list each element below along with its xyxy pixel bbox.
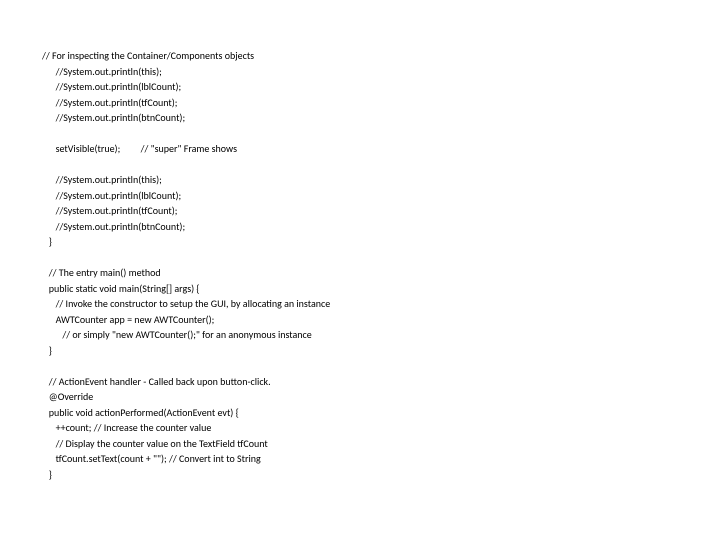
code-line: //System.out.println(this); (42, 64, 720, 80)
code-line: //System.out.println(lblCount); (42, 79, 720, 95)
code-line (42, 250, 720, 266)
code-line: } (42, 467, 720, 483)
code-line: // or simply "new AWTCounter();" for an … (42, 327, 720, 343)
code-line: setVisible(true); // "super" Frame shows (42, 141, 720, 157)
code-line: //System.out.println(btnCount); (42, 110, 720, 126)
code-line: //System.out.println(btnCount); (42, 219, 720, 235)
code-line: // Invoke the constructor to setup the G… (42, 296, 720, 312)
code-line: public static void main(String[] args) { (42, 281, 720, 297)
code-line: //System.out.println(tfCount); (42, 203, 720, 219)
code-line: // ActionEvent handler - Called back upo… (42, 374, 720, 390)
code-line (42, 157, 720, 173)
code-line: // The entry main() method (42, 265, 720, 281)
code-line: tfCount.setText(count + ""); // Convert … (42, 451, 720, 467)
code-block: // For inspecting the Container/Componen… (42, 48, 720, 482)
code-line: public void actionPerformed(ActionEvent … (42, 405, 720, 421)
code-line (42, 126, 720, 142)
code-line: @Override (42, 389, 720, 405)
code-line: //System.out.println(lblCount); (42, 188, 720, 204)
code-line: //System.out.println(this); (42, 172, 720, 188)
code-line: // For inspecting the Container/Componen… (42, 48, 720, 64)
code-line: //System.out.println(tfCount); (42, 95, 720, 111)
code-line: AWTCounter app = new AWTCounter(); (42, 312, 720, 328)
code-line: // Display the counter value on the Text… (42, 436, 720, 452)
code-line (42, 358, 720, 374)
code-line: ++count; // Increase the counter value (42, 420, 720, 436)
code-line: } (42, 343, 720, 359)
code-line: } (42, 234, 720, 250)
